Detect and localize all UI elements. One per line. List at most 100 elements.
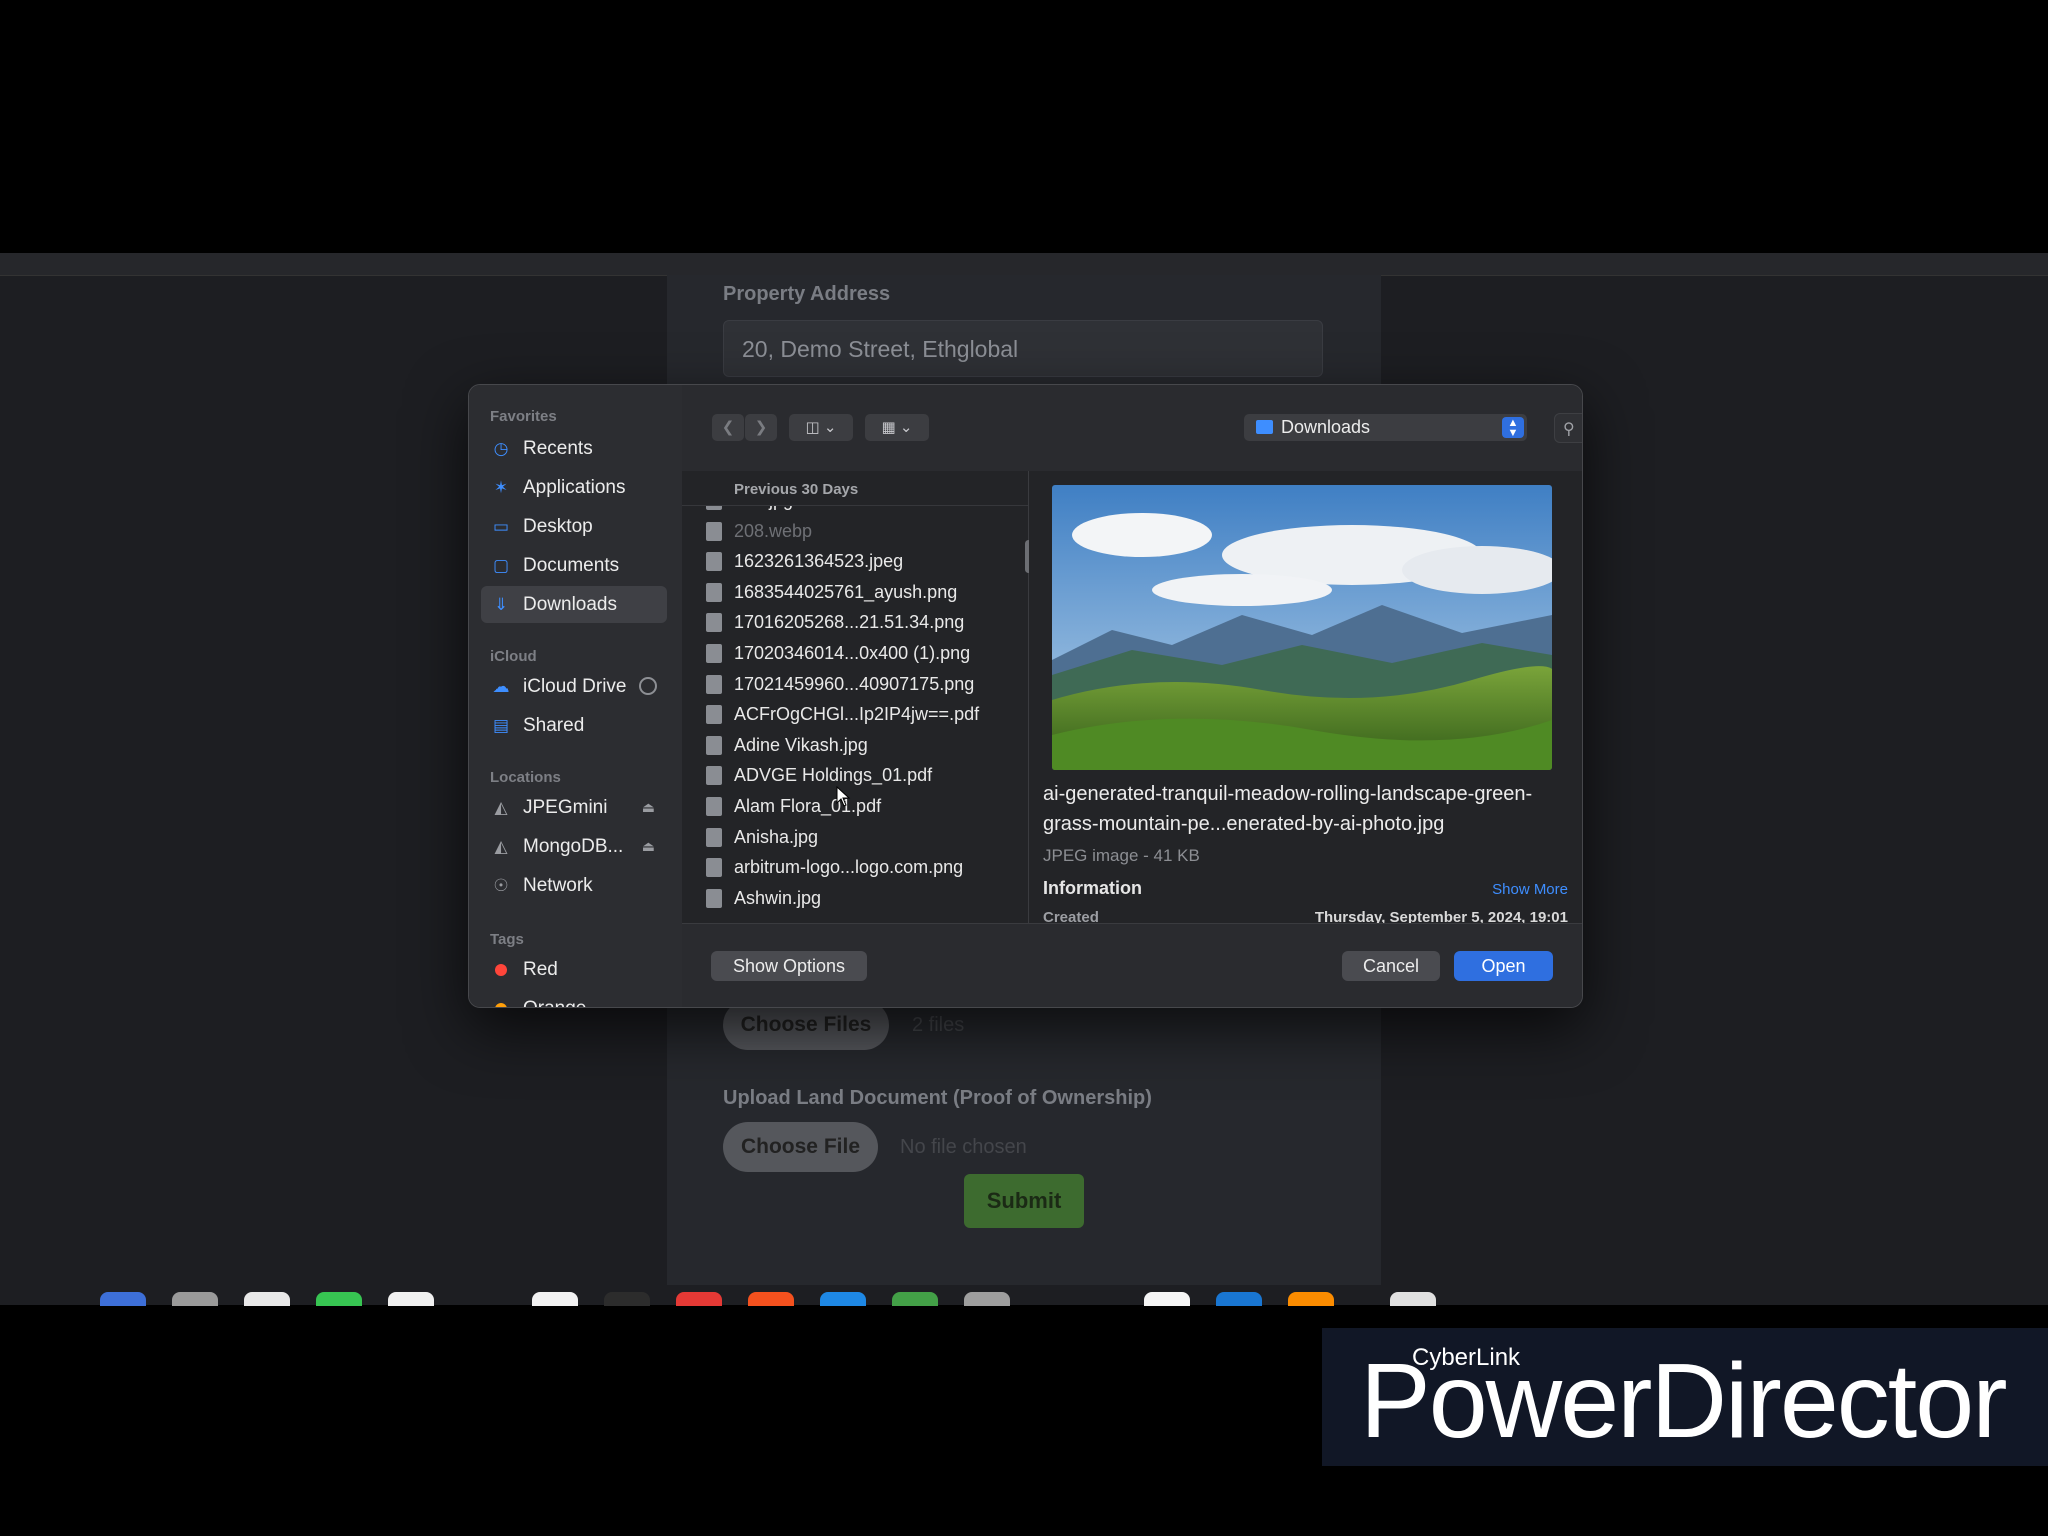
file-row[interactable]: 17016205268...21.51.34.png <box>682 607 1022 637</box>
file-row[interactable]: Alam Flora_01.pdf <box>682 791 1022 821</box>
sidebar-item-label: Desktop <box>523 516 593 537</box>
sidebar-item-shared[interactable]: ▤ Shared <box>481 707 667 744</box>
file-name: 1623261364523.jpeg <box>734 551 904 572</box>
dock-app-icon[interactable] <box>244 1292 290 1306</box>
file-name: 17020346014...0x400 (1).png <box>734 643 971 663</box>
dock-app-icon[interactable] <box>1216 1292 1262 1306</box>
eject-icon[interactable]: ⏏ <box>642 828 655 865</box>
cancel-button[interactable]: Cancel <box>1342 951 1440 981</box>
dock-app-icon[interactable] <box>964 1292 1010 1306</box>
sidebar-item-mongodb[interactable]: ◭ MongoDB... ⏏ <box>481 828 667 865</box>
files-count-text: 2 files <box>912 1014 965 1036</box>
dock-app-icon[interactable] <box>604 1292 650 1306</box>
choose-file-button[interactable]: Choose File <box>723 1122 878 1172</box>
dock-app-icon[interactable] <box>532 1292 578 1306</box>
file-row[interactable]: Anisha.jpg <box>682 822 1022 852</box>
dock-app-icon[interactable] <box>172 1292 218 1306</box>
sidebar-item-documents[interactable]: ▢ Documents <box>481 547 667 584</box>
sidebar-item-label: MongoDB... <box>523 836 624 857</box>
grid-icon: ▦ <box>881 419 896 436</box>
file-row[interactable]: 17020346014...0x400 (1).png <box>682 638 1022 668</box>
tags-header: Tags <box>490 931 524 948</box>
sidebar-item-network[interactable]: ☉ Network <box>481 867 667 904</box>
landscape-thumbnail-icon <box>1052 485 1552 770</box>
folder-icon <box>1256 420 1273 434</box>
open-button[interactable]: Open <box>1454 951 1553 981</box>
dock-app-icon[interactable] <box>748 1292 794 1306</box>
file-name: Anisha.jpg <box>734 826 819 847</box>
file-row[interactable]: 1683544025761_ayush.png <box>682 577 1022 607</box>
show-options-button[interactable]: Show Options <box>711 951 867 981</box>
file-name: 17016205268...21.51.34.png <box>734 612 965 633</box>
file-name: 1683544025761_ayush.png <box>734 581 958 602</box>
sidebar-item-tag-red[interactable]: Red <box>481 951 667 988</box>
file-row[interactable]: arbitrum-logo...logo.com.png <box>682 852 1022 882</box>
dock-app-icon[interactable] <box>820 1292 866 1306</box>
file-name: Ashwin.jpg <box>734 887 822 908</box>
dock-app-icon[interactable] <box>1390 1292 1436 1306</box>
sidebar-item-icloud-drive[interactable]: ☁ iCloud Drive <box>481 668 667 705</box>
file-thumbnail-icon <box>706 552 722 572</box>
red-tag-dot-icon <box>495 964 507 976</box>
dock-app-icon[interactable] <box>892 1292 938 1306</box>
file-row[interactable]: ADVGE Holdings_01.pdf <box>682 760 1022 790</box>
download-icon: ⇓ <box>493 595 509 614</box>
sidebar-item-applications[interactable]: ✶ Applications <box>481 469 667 506</box>
locations-header: Locations <box>490 769 561 786</box>
dock-app-icon[interactable] <box>1144 1292 1190 1306</box>
sync-progress-icon <box>639 677 657 695</box>
sidebar-item-tag-orange[interactable]: Orange <box>481 990 667 1007</box>
file-thumbnail-icon <box>706 613 722 633</box>
chevron-down-icon: ⌄ <box>899 419 913 436</box>
cloud-icon: ☁ <box>492 677 510 696</box>
file-thumbnail-icon <box>706 888 722 908</box>
dialog-footer: Show Options Cancel Open <box>682 923 1582 1007</box>
property-address-input[interactable]: 20, Demo Street, Ethglobal <box>723 320 1323 377</box>
powerdirector-watermark: PowerDirector CyberLink <box>1322 1328 2048 1466</box>
group-by-button[interactable]: ▦ ⌄ <box>865 414 929 441</box>
applications-icon: ✶ <box>493 478 509 497</box>
forward-button[interactable]: ❯ <box>745 414 777 441</box>
sidebar-item-downloads[interactable]: ⇓ Downloads <box>481 586 667 623</box>
sidebar-item-jpegmini[interactable]: ◭ JPEGmini ⏏ <box>481 789 667 826</box>
dock-app-icon[interactable] <box>1288 1292 1334 1306</box>
dock <box>80 1292 1970 1306</box>
file-thumbnail-icon <box>706 582 722 602</box>
dock-app-icon[interactable] <box>100 1292 146 1306</box>
location-select[interactable]: Downloads ▲ ▼ <box>1244 414 1527 441</box>
shared-folder-icon: ▤ <box>492 716 510 735</box>
file-row[interactable]: Ashwin.jpg <box>682 883 1022 913</box>
sidebar-item-label: JPEGmini <box>523 797 608 818</box>
watermark-brand-small: CyberLink <box>1412 1344 1521 1371</box>
dialog-sidebar: Favorites ◷ Recents ✶ Applications ▭ Des… <box>469 385 683 1007</box>
location-select-value: Downloads <box>1281 417 1371 437</box>
drive-icon: ◭ <box>494 798 508 817</box>
sidebar-item-recents[interactable]: ◷ Recents <box>481 430 667 467</box>
file-thumbnail-icon <box>706 705 722 725</box>
dock-app-icon[interactable] <box>316 1292 362 1306</box>
dock-app-icon[interactable] <box>388 1292 434 1306</box>
sidebar-item-desktop[interactable]: ▭ Desktop <box>481 508 667 545</box>
dock-app-icon[interactable] <box>676 1292 722 1306</box>
show-more-link[interactable]: Show More <box>1492 881 1568 898</box>
file-name: ACFrOgCHGl...Ip2IP4jw==.pdf <box>734 704 980 725</box>
file-row[interactable]: 208.webp <box>682 516 1022 546</box>
file-row[interactable]: ACFrOgCHGl...Ip2IP4jw==.pdf <box>682 699 1022 729</box>
submit-button[interactable]: Submit <box>964 1174 1084 1228</box>
eject-icon[interactable]: ⏏ <box>642 789 655 826</box>
no-file-chosen-text: No file chosen <box>900 1136 1027 1158</box>
file-name: Adine Vikash.jpg <box>734 734 868 755</box>
icloud-header: iCloud <box>490 648 537 665</box>
file-row[interactable]: 1623261364523.jpeg <box>682 546 1022 576</box>
search-field[interactable]: ⚲ <box>1554 413 1582 443</box>
group-header-label: Previous 30 Days <box>734 481 859 498</box>
back-button[interactable]: ❮ <box>712 414 744 441</box>
view-mode-button[interactable]: ◫ ⌄ <box>789 414 853 441</box>
columns-view-icon: ◫ <box>805 419 820 436</box>
preview-image <box>1052 485 1552 770</box>
chevron-down-icon: ⌄ <box>823 419 837 436</box>
file-row[interactable]: Adine Vikash.jpg <box>682 730 1022 760</box>
sidebar-item-label: Recents <box>523 438 593 459</box>
file-row[interactable]: 17021459960...40907175.png <box>682 669 1022 699</box>
chevron-right-icon: ❯ <box>754 419 768 436</box>
